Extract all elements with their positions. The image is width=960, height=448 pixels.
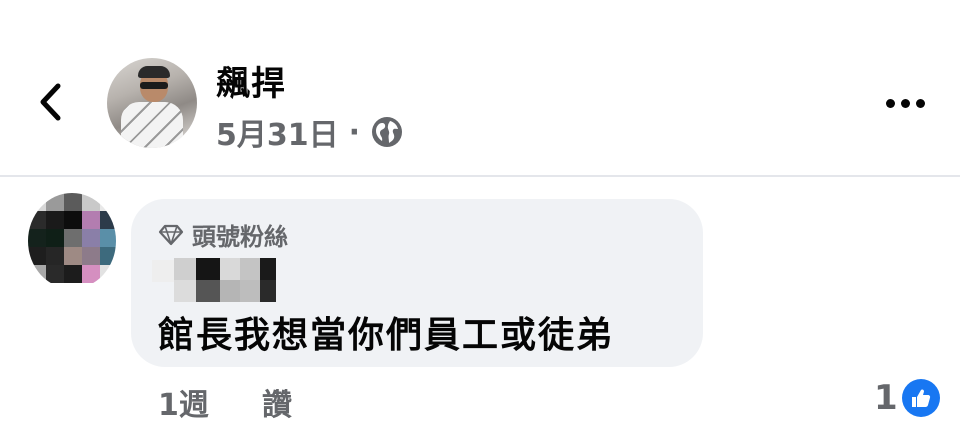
chevron-left-icon [40, 83, 61, 121]
badge-label: 頭號粉絲 [192, 223, 288, 251]
like-button[interactable]: 讚 [262, 380, 292, 424]
back-button[interactable] [34, 80, 70, 124]
thumbs-up-icon [901, 379, 940, 417]
comment-text: 館長我想當你們員工或徒弟 [158, 315, 615, 356]
globe-icon [372, 117, 403, 147]
reaction-summary[interactable]: 1 [874, 378, 940, 418]
top-fan-badge: 頭號粉絲 [158, 217, 288, 252]
reaction-count: 1 [874, 378, 898, 418]
more-options-button[interactable] [886, 96, 926, 110]
diamond-icon [158, 224, 184, 245]
commenter-avatar[interactable] [28, 193, 116, 289]
header-divider [0, 175, 960, 177]
meta-separator: · [348, 114, 361, 150]
comment-timestamp[interactable]: 1週 [158, 380, 209, 424]
page-avatar[interactable] [107, 58, 197, 148]
more-horizontal-icon [886, 98, 895, 108]
post-date[interactable]: 5月31日 [216, 110, 339, 154]
commenter-name-redacted[interactable] [146, 254, 276, 302]
post-header: 飆捍 5月31日 · [0, 0, 960, 176]
page-name[interactable]: 飆捍 [216, 56, 286, 105]
post-meta: 5月31日 · [216, 110, 404, 154]
